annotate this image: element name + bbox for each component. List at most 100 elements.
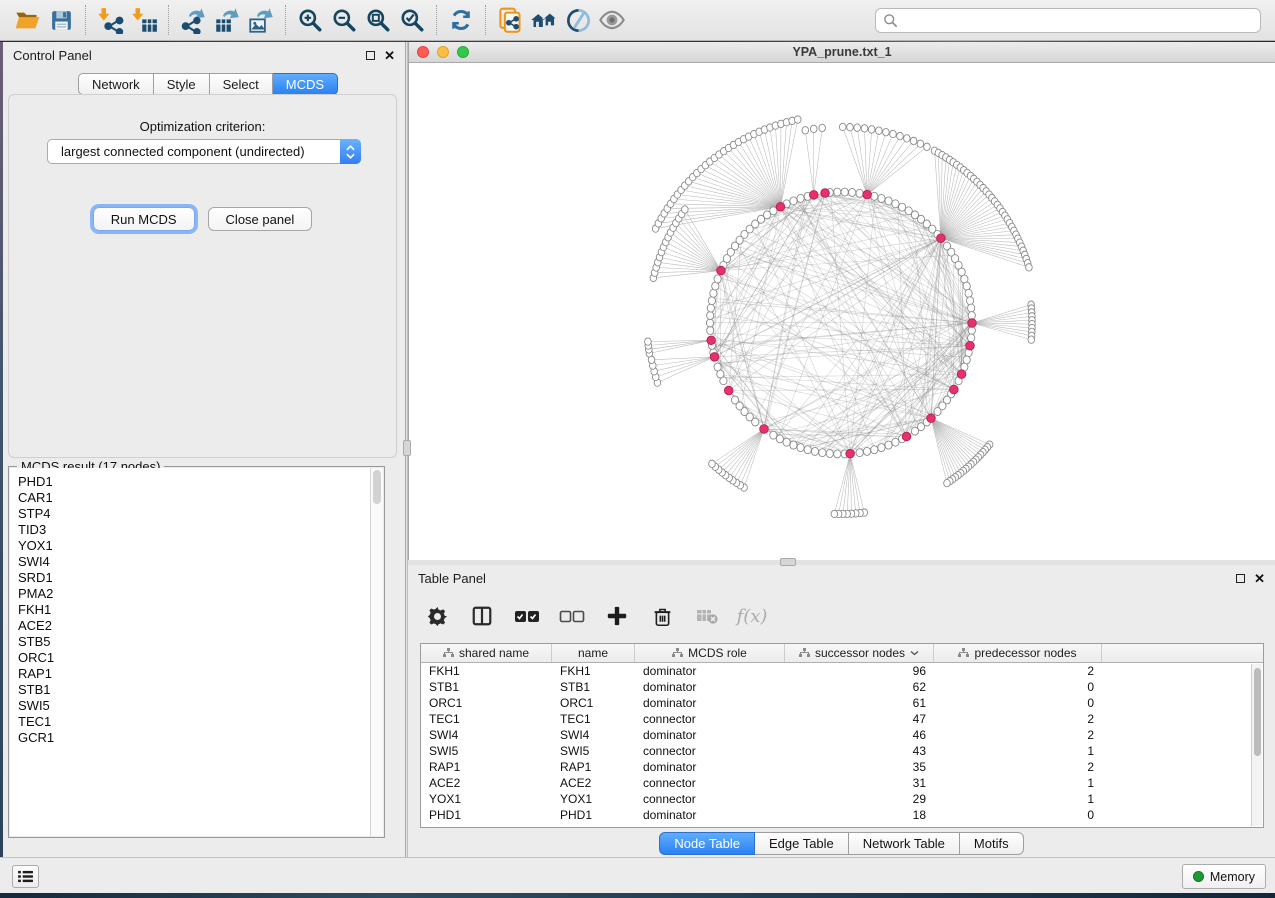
tab-network-table[interactable]: Network Table xyxy=(849,832,960,855)
table-cell[interactable]: dominator xyxy=(635,807,785,823)
column-header-shared-name[interactable]: shared name xyxy=(421,644,552,662)
table-cell[interactable]: 18 xyxy=(785,807,934,823)
table-cell[interactable]: connector xyxy=(635,711,785,727)
mcds-result-item[interactable]: SWI4 xyxy=(18,554,383,570)
table-cell[interactable]: 62 xyxy=(785,679,934,695)
table-cell[interactable]: dominator xyxy=(635,727,785,743)
network-node[interactable] xyxy=(885,197,892,205)
table-cell[interactable]: RAP1 xyxy=(552,759,635,775)
mcds-result-item[interactable]: SRD1 xyxy=(18,570,383,586)
network-node[interactable] xyxy=(856,449,863,457)
table-scrollbar[interactable] xyxy=(1251,664,1262,826)
copy-network-icon[interactable] xyxy=(493,3,527,37)
select-all-columns-icon[interactable] xyxy=(512,601,542,631)
network-node[interactable] xyxy=(811,447,818,455)
horizontal-splitter[interactable] xyxy=(408,560,1275,565)
close-panel-icon[interactable]: ✕ xyxy=(384,51,395,60)
table-cell[interactable]: STB1 xyxy=(552,679,635,695)
network-node[interactable] xyxy=(911,427,918,435)
vizmapper-off-icon[interactable] xyxy=(561,3,595,37)
network-node[interactable] xyxy=(708,297,715,305)
table-row[interactable]: PHD1PHD1dominator180 xyxy=(421,807,1263,823)
network-graph[interactable] xyxy=(409,63,1275,560)
table-row[interactable]: SWI4SWI4dominator462 xyxy=(421,727,1263,743)
table-cell[interactable]: dominator xyxy=(635,663,785,679)
table-cell[interactable]: connector xyxy=(635,775,785,791)
network-node[interactable] xyxy=(797,444,804,452)
network-node[interactable] xyxy=(878,444,885,452)
network-node[interactable] xyxy=(731,396,738,404)
network-node[interactable] xyxy=(968,334,975,342)
table-cell[interactable]: STB1 xyxy=(421,679,552,695)
column-header-predecessor-nodes[interactable]: predecessor nodes xyxy=(934,644,1102,662)
table-cell[interactable]: RAP1 xyxy=(421,759,552,775)
mcds-result-item[interactable]: PMA2 xyxy=(18,586,383,602)
mcds-result-scrollbar[interactable] xyxy=(370,468,383,836)
table-cell[interactable]: ORC1 xyxy=(421,695,552,711)
table-cell[interactable]: SWI4 xyxy=(552,727,635,743)
zoom-fit-icon[interactable] xyxy=(361,3,395,37)
tab-node-table[interactable]: Node Table xyxy=(659,832,755,855)
network-node[interactable] xyxy=(790,441,797,449)
network-node[interactable] xyxy=(863,447,870,455)
network-satellite-node[interactable] xyxy=(682,206,689,213)
network-node[interactable] xyxy=(826,450,833,458)
delete-column-trash-icon[interactable] xyxy=(647,601,677,631)
network-satellite-node[interactable] xyxy=(904,135,911,142)
table-cell[interactable]: SWI5 xyxy=(552,743,635,759)
network-node[interactable] xyxy=(776,435,783,443)
network-node[interactable] xyxy=(770,207,777,215)
network-satellite-node[interactable] xyxy=(910,137,917,144)
network-satellite-node[interactable] xyxy=(944,479,951,486)
network-hub-node[interactable] xyxy=(821,189,830,198)
table-row[interactable]: FKH1FKH1dominator962 xyxy=(421,663,1263,679)
column-header-successor-nodes[interactable]: successor nodes xyxy=(785,644,934,662)
table-cell[interactable]: PHD1 xyxy=(552,807,635,823)
mcds-result-item[interactable]: RAP1 xyxy=(18,666,383,682)
network-node[interactable] xyxy=(885,441,892,449)
mcds-result-item[interactable]: STP4 xyxy=(18,506,383,522)
network-satellite-node[interactable] xyxy=(839,123,846,130)
table-row[interactable]: YOX1YOX1connector291 xyxy=(421,791,1263,807)
zoom-out-icon[interactable] xyxy=(327,3,361,37)
network-hub-node[interactable] xyxy=(710,353,719,362)
tab-network[interactable]: Network xyxy=(78,73,154,95)
table-cell[interactable]: FKH1 xyxy=(552,663,635,679)
table-row[interactable]: RAP1RAP1dominator352 xyxy=(421,759,1263,775)
table-cell[interactable]: ACE2 xyxy=(421,775,552,791)
scrollbar-thumb[interactable] xyxy=(1254,668,1261,756)
import-network-icon[interactable] xyxy=(93,3,127,37)
network-satellite-node[interactable] xyxy=(868,126,875,133)
export-image-icon[interactable] xyxy=(244,3,278,37)
network-node[interactable] xyxy=(963,282,970,290)
float-panel-icon[interactable] xyxy=(366,51,375,60)
network-node[interactable] xyxy=(714,363,721,371)
network-satellite-node[interactable] xyxy=(802,127,809,134)
network-node[interactable] xyxy=(841,188,848,196)
network-node[interactable] xyxy=(790,197,797,205)
table-cell[interactable]: 35 xyxy=(785,759,934,775)
network-hub-node[interactable] xyxy=(707,336,716,345)
close-panel-button[interactable]: Close panel xyxy=(208,207,313,231)
network-node[interactable] xyxy=(892,200,899,208)
table-cell[interactable]: SWI4 xyxy=(421,727,552,743)
table-cell[interactable]: 47 xyxy=(785,711,934,727)
network-satellite-node[interactable] xyxy=(876,127,883,134)
table-row[interactable]: ACE2ACE2connector311 xyxy=(421,775,1263,791)
network-hub-node[interactable] xyxy=(724,386,733,395)
export-table-icon[interactable] xyxy=(210,3,244,37)
network-node[interactable] xyxy=(878,194,885,202)
table-cell[interactable]: PHD1 xyxy=(421,807,552,823)
table-cell[interactable]: YOX1 xyxy=(421,791,552,807)
scrollbar-thumb[interactable] xyxy=(373,470,381,504)
network-node[interactable] xyxy=(706,319,713,327)
network-satellite-node[interactable] xyxy=(831,510,838,517)
table-cell[interactable]: 1 xyxy=(934,743,1102,759)
network-node[interactable] xyxy=(871,192,878,200)
table-settings-gear-icon[interactable] xyxy=(422,601,452,631)
tab-motifs[interactable]: Motifs xyxy=(960,832,1024,855)
close-panel-icon[interactable]: ✕ xyxy=(1254,574,1265,583)
network-node[interactable] xyxy=(965,289,972,297)
network-satellite-node[interactable] xyxy=(645,338,652,345)
network-satellite-node[interactable] xyxy=(1026,264,1033,271)
